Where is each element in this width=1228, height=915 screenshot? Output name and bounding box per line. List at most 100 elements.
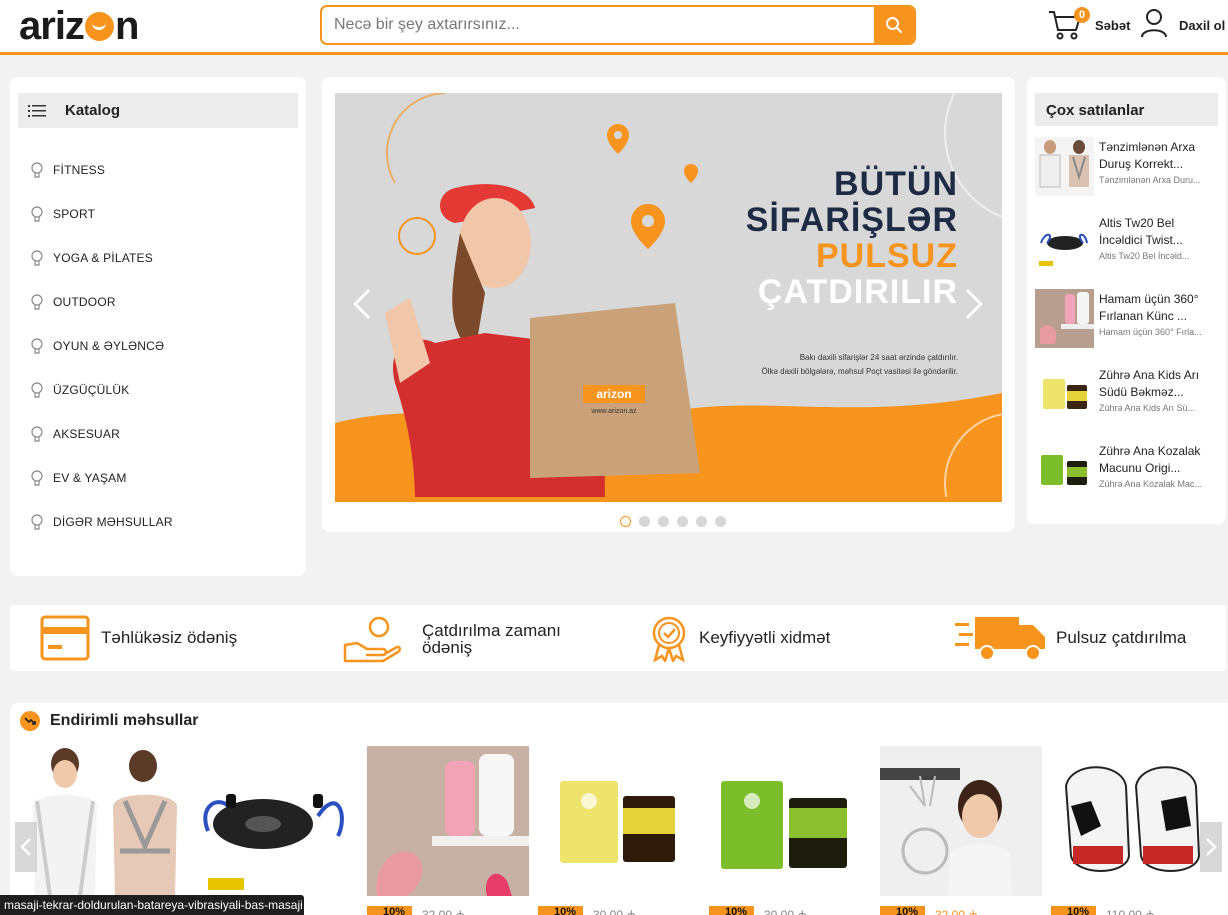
user-icon [1141,9,1167,38]
search-bar [320,5,916,45]
bulb-icon [31,162,43,178]
bestseller-item[interactable]: Hamam üçün 360° Fırlanan Künc ... Hamam … [1035,289,1226,349]
product-image [880,746,1042,896]
status-bar-url: masaji-tekrar-doldurulan-batareya-vibras… [0,895,304,915]
product-image [538,746,700,896]
catalog-item-accessories[interactable]: AKSESUAR [28,424,288,444]
hand-coin-icon [343,616,401,663]
banner-bottom-bar [335,497,1002,502]
bulb-icon [31,206,43,222]
hero-slider: arizon www.arizon.az BÜTÜN SİFARİŞLƏR PU… [322,77,1015,532]
catalog-item-label: EV & YAŞAM [53,471,127,485]
bestseller-subtitle: Zührə Ana Kozalak Mac... [1099,479,1203,489]
catalog-item-games[interactable]: OYUN & ƏYLƏNCƏ [28,336,288,356]
bestseller-name: Altis Tw20 Bel İncəldici Twist... [1099,216,1183,247]
product-thumbnail [1035,137,1094,196]
features-bar: Təhlükəsiz ödəniş Çatdırılma zamanı ödən… [10,605,1226,671]
cart-count-badge: 0 [1074,7,1090,23]
catalog-item-label: OUTDOOR [53,295,116,309]
feature-label: Keyfiyyətli xidmət [699,628,831,647]
old-price: 32.00 ₼ [422,908,466,915]
product-card[interactable] [198,746,360,915]
old-price: 30.00 ₼ [764,908,808,915]
bag-url-text: www.arizon.az [590,408,637,415]
bulb-icon [31,382,43,398]
bulb-icon [31,426,43,442]
slider-dot-1[interactable] [620,516,631,527]
banner-sub-2: Ölkə daxili bölgələrə, məhsul Poçt vasit… [761,367,958,376]
discount-badge: 10% [709,906,754,915]
hero-slide[interactable]: arizon www.arizon.az BÜTÜN SİFARİŞLƏR PU… [335,93,1002,502]
catalog-item-label: DİGƏR MƏHSULLAR [53,515,173,529]
carousel-next-button[interactable] [1200,822,1222,872]
slider-dot-5[interactable] [696,516,707,527]
feature-free-delivery: Pulsuz çatdırılma [955,605,1215,671]
feature-label-line2: ödəniş [422,638,473,657]
slider-prev-icon[interactable] [351,288,373,320]
catalog-item-home[interactable]: EV & YAŞAM [28,468,288,488]
catalog-header[interactable]: Katalog [18,93,298,128]
slider-dot-4[interactable] [677,516,688,527]
catalog-item-outdoor[interactable]: OUTDOOR [28,292,288,312]
product-card[interactable]: 10% 110.00 ₼ [1051,746,1213,915]
bestseller-name: Zührə Ana Kids Arı Südü Bəkməz... [1099,368,1200,399]
bestsellers-header: Çox satılanlar [1035,93,1218,126]
banner-line-4: ÇATDIRILIR [757,273,958,311]
cart-label: Səbət [1095,18,1131,33]
slider-dot-2[interactable] [639,516,650,527]
banner-line-1: BÜTÜN [834,165,958,203]
search-input[interactable] [322,7,876,43]
search-button[interactable] [874,7,914,43]
slider-dots [620,516,726,527]
product-card[interactable]: 10% 32.00 ₼ [880,746,1042,915]
product-card[interactable]: 10% 30.00 ₼ [538,746,700,915]
cart-button[interactable]: 0 Səbət [1048,7,1131,41]
bestseller-subtitle: Hamam üçün 360° Fırla... [1099,327,1202,337]
product-thumbnail [1035,289,1094,348]
product-thumbnail [1035,441,1094,500]
product-card[interactable] [25,746,187,915]
feature-pay-on-delivery: Çatdırılma zamanı ödəniş [343,605,603,671]
discounted-title: Endirimli məhsullar [50,712,199,729]
bulb-icon [31,514,43,530]
bestseller-item[interactable]: Altis Tw20 Bel İncəldici Twist... Altis … [1035,213,1226,273]
product-card[interactable]: 10% 30.00 ₼ [709,746,871,915]
old-price: 110.00 ₼ [1106,908,1155,915]
slider-next-icon[interactable] [963,288,985,320]
catalog-item-sport[interactable]: SPORT [28,204,288,224]
discount-badge: 10% [1051,906,1096,915]
login-button[interactable]: Daxil ol [1140,8,1228,40]
bestseller-subtitle: Tənzimlənən Arxa Duru... [1099,175,1201,185]
product-card[interactable]: 10% 32.00 ₼ [367,746,529,915]
slider-dot-6[interactable] [715,516,726,527]
bestseller-item[interactable]: Zührə Ana Kozalak Macunu Origi... Zührə … [1035,441,1226,501]
bulb-icon [31,470,43,486]
chevron-right-icon [1206,838,1217,856]
badge-icon [652,616,686,662]
catalog-item-label: YOGA & PİLATES [53,251,153,265]
catalog-item-label: AKSESUAR [53,427,120,441]
bulb-icon [31,250,43,266]
catalog-item-label: ÜZGÜÇÜLÜK [53,383,130,397]
catalog-item-swimming[interactable]: ÜZGÜÇÜLÜK [28,380,288,400]
bestseller-item[interactable]: Tənzimlənən Arxa Duruş Korrekt... Tənzim… [1035,137,1226,197]
bestseller-subtitle: Altis Tw20 Bel İncəld... [1099,251,1190,261]
catalog-item-yoga[interactable]: YOGA & PİLATES [28,248,288,268]
site-logo[interactable]: ariz n [19,4,139,49]
feature-secure-payment: Təhlükəsiz ödəniş [40,605,310,671]
list-icon [28,105,46,117]
catalog-item-other[interactable]: DİGƏR MƏHSULLAR [28,512,288,532]
bestsellers-panel: Çox satılanlar Tənzimlənən Arxa Duruş Ko… [1027,77,1226,524]
bestseller-item[interactable]: Zührə Ana Kids Arı Südü Bəkməz... Zührə … [1035,365,1226,425]
banner-sub-1: Bakı daxili sifarişlər 24 saat ərzində ç… [799,353,958,362]
login-label: Daxil ol [1179,18,1226,33]
catalog-item-label: OYUN & ƏYLƏNCƏ [53,339,165,353]
product-thumbnail [1035,213,1094,272]
slider-dot-3[interactable] [658,516,669,527]
carousel-prev-button[interactable] [15,822,37,872]
discount-badge: 10% [880,906,925,915]
product-image [198,746,360,896]
catalog-item-fitness[interactable]: FİTNESS [28,160,288,180]
product-image [709,746,871,896]
feature-label: Pulsuz çatdırılma [1056,628,1187,647]
